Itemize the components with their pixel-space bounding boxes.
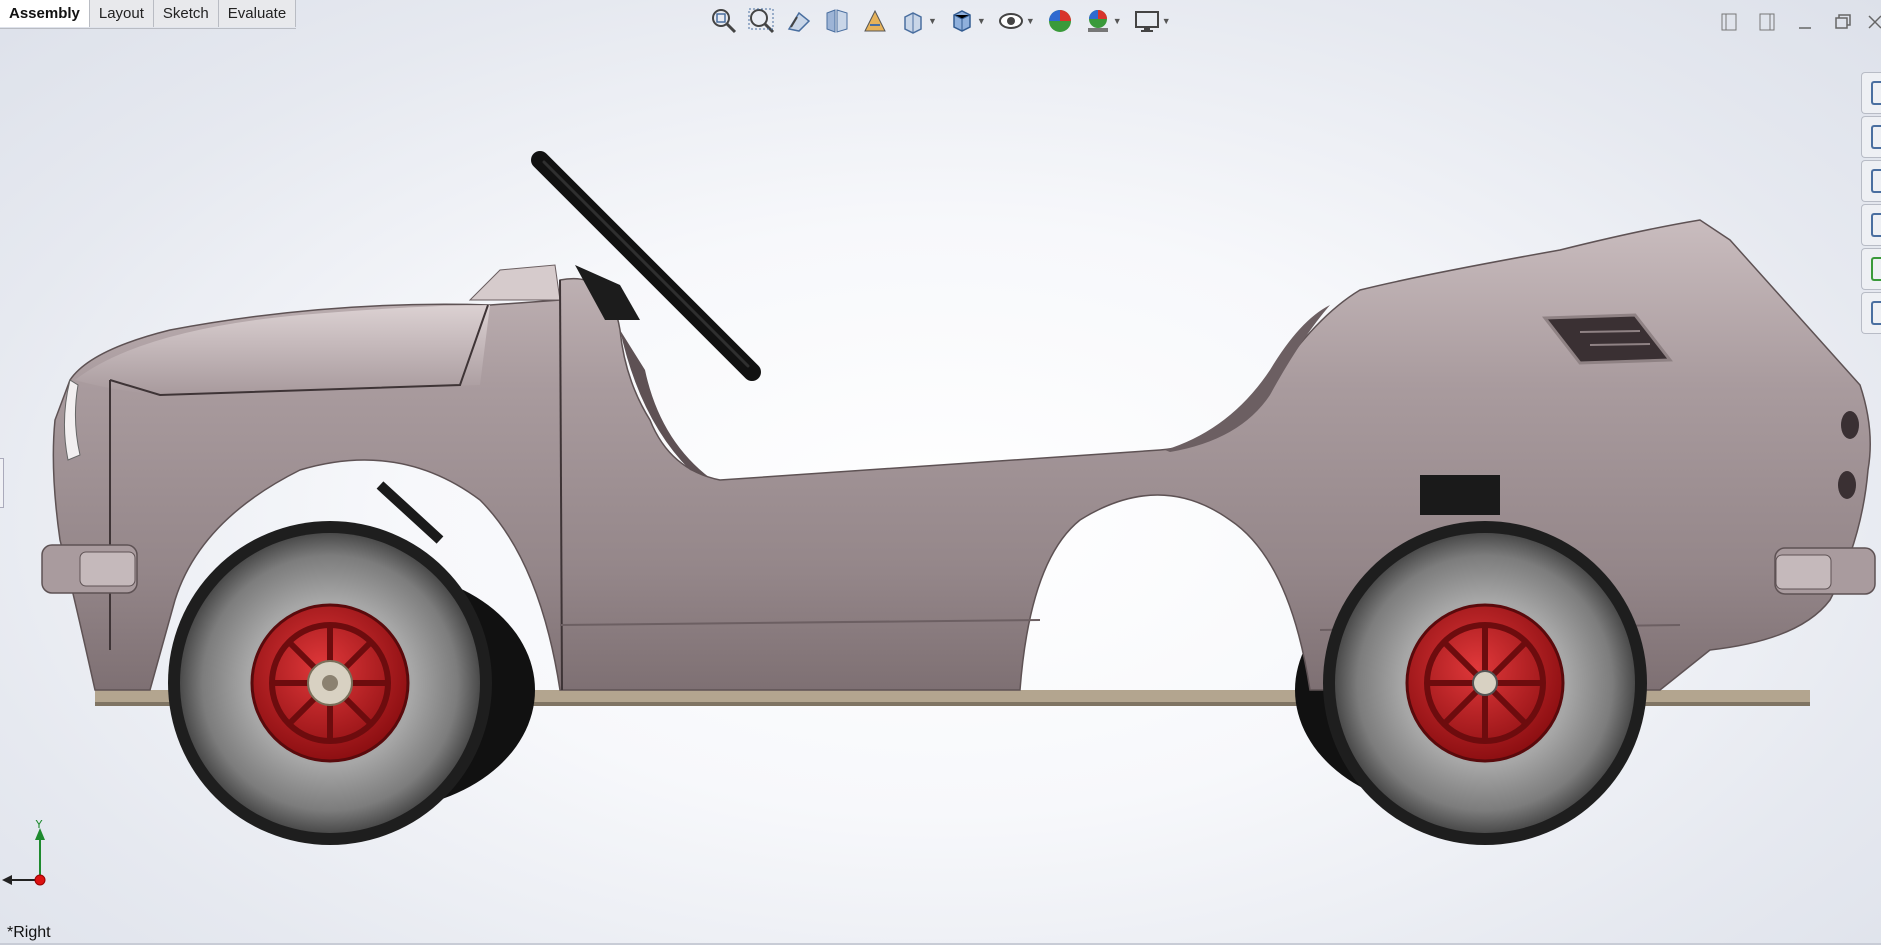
triad-y-label: Y (35, 820, 43, 831)
front-wheel (168, 521, 492, 845)
front-bumper (41, 544, 138, 594)
view-orientation-label: *Right (7, 924, 51, 941)
reference-triad: Y (2, 820, 46, 886)
car-model-viewport[interactable] (0, 0, 1881, 945)
rear-bumper (1774, 547, 1876, 595)
rear-wheel (1323, 521, 1647, 845)
